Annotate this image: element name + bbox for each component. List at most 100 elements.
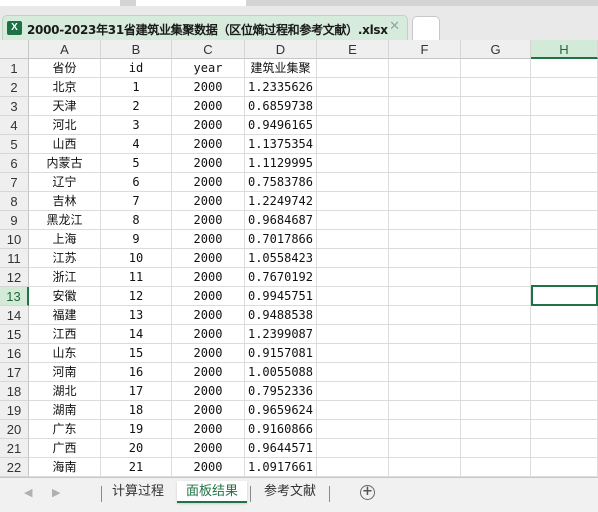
grid-cell[interactable]: 2000: [172, 78, 245, 97]
grid-cell[interactable]: 河北: [29, 116, 101, 135]
row-header[interactable]: 22: [0, 458, 29, 477]
row-header[interactable]: 11: [0, 249, 29, 268]
grid-cell[interactable]: 16: [101, 363, 172, 382]
row-header[interactable]: 2: [0, 78, 29, 97]
grid-cell[interactable]: [389, 249, 461, 268]
grid-cell[interactable]: 21: [101, 458, 172, 477]
grid-cell[interactable]: [317, 363, 389, 382]
grid-cell[interactable]: [389, 135, 461, 154]
grid-cell[interactable]: [531, 135, 598, 154]
column-header[interactable]: H: [531, 40, 598, 59]
grid-cell[interactable]: 2000: [172, 116, 245, 135]
grid-cell[interactable]: 2000: [172, 268, 245, 287]
grid-cell[interactable]: [317, 211, 389, 230]
row-header[interactable]: 8: [0, 192, 29, 211]
grid-cell[interactable]: 1.0917661: [245, 458, 317, 477]
grid-cell[interactable]: 2000: [172, 382, 245, 401]
grid-cell[interactable]: 2000: [172, 154, 245, 173]
grid-cell[interactable]: 1.0558423: [245, 249, 317, 268]
grid-cell[interactable]: year: [172, 59, 245, 78]
grid-cell[interactable]: 0.9157081: [245, 344, 317, 363]
column-header[interactable]: B: [101, 40, 172, 59]
grid-cell[interactable]: 15: [101, 344, 172, 363]
grid-cell[interactable]: [531, 211, 598, 230]
grid-cell[interactable]: [531, 325, 598, 344]
grid-cell[interactable]: 14: [101, 325, 172, 344]
grid-cell[interactable]: 黑龙江: [29, 211, 101, 230]
grid-cell[interactable]: [389, 344, 461, 363]
grid-cell[interactable]: 2000: [172, 306, 245, 325]
grid-cell[interactable]: [461, 382, 531, 401]
row-header[interactable]: 4: [0, 116, 29, 135]
row-header[interactable]: 9: [0, 211, 29, 230]
grid-cell[interactable]: 山西: [29, 135, 101, 154]
grid-cell[interactable]: [317, 287, 389, 306]
column-header[interactable]: F: [389, 40, 461, 59]
grid-cell[interactable]: 0.9945751: [245, 287, 317, 306]
grid-cell[interactable]: 0.7952336: [245, 382, 317, 401]
column-header[interactable]: E: [317, 40, 389, 59]
grid-cell[interactable]: 2000: [172, 401, 245, 420]
grid-cell[interactable]: 0.7670192: [245, 268, 317, 287]
grid-cell[interactable]: 1.0055088: [245, 363, 317, 382]
grid-cell[interactable]: [461, 97, 531, 116]
grid-cell[interactable]: 1: [101, 78, 172, 97]
new-tab-button[interactable]: [412, 16, 440, 40]
grid-cell[interactable]: [461, 344, 531, 363]
grid-cell[interactable]: 2000: [172, 325, 245, 344]
grid-cell[interactable]: [389, 211, 461, 230]
grid-cell[interactable]: [461, 439, 531, 458]
grid-cell[interactable]: [389, 401, 461, 420]
grid-cell[interactable]: [389, 363, 461, 382]
grid-cell[interactable]: 2000: [172, 211, 245, 230]
sheet-tab-references[interactable]: 参考文献: [252, 481, 328, 503]
grid-cell[interactable]: [389, 439, 461, 458]
grid-cell[interactable]: 湖北: [29, 382, 101, 401]
row-header[interactable]: 18: [0, 382, 29, 401]
grid-cell[interactable]: [317, 116, 389, 135]
grid-cell[interactable]: 2000: [172, 344, 245, 363]
grid-cell[interactable]: [389, 230, 461, 249]
grid-cell[interactable]: [531, 59, 598, 78]
grid-cell[interactable]: 广东: [29, 420, 101, 439]
grid-cell[interactable]: [461, 59, 531, 78]
grid-cell[interactable]: 20: [101, 439, 172, 458]
grid-cell[interactable]: 12: [101, 287, 172, 306]
grid-cell[interactable]: 0.7583786: [245, 173, 317, 192]
grid-cell[interactable]: 2000: [172, 287, 245, 306]
row-header[interactable]: 6: [0, 154, 29, 173]
grid-cell[interactable]: 17: [101, 382, 172, 401]
grid-cell[interactable]: [531, 439, 598, 458]
grid-cell[interactable]: [461, 287, 531, 306]
grid-cell[interactable]: [317, 78, 389, 97]
add-sheet-icon[interactable]: +: [360, 485, 375, 500]
grid-cell[interactable]: 内蒙古: [29, 154, 101, 173]
grid-cell[interactable]: [317, 249, 389, 268]
grid-cell[interactable]: [389, 458, 461, 477]
grid-cell[interactable]: 建筑业集聚: [245, 59, 317, 78]
grid-cell[interactable]: 湖南: [29, 401, 101, 420]
grid-cell[interactable]: [317, 97, 389, 116]
grid-cell[interactable]: 河南: [29, 363, 101, 382]
grid-cell[interactable]: 18: [101, 401, 172, 420]
grid-cell[interactable]: [531, 382, 598, 401]
grid-cell[interactable]: 2000: [172, 439, 245, 458]
grid-cell[interactable]: [461, 458, 531, 477]
grid-cell[interactable]: 6: [101, 173, 172, 192]
grid-cell[interactable]: [461, 306, 531, 325]
grid-cell[interactable]: [531, 344, 598, 363]
grid-cell[interactable]: 7: [101, 192, 172, 211]
grid-cell[interactable]: [317, 135, 389, 154]
grid-cell[interactable]: 4: [101, 135, 172, 154]
grid-cell[interactable]: [531, 173, 598, 192]
column-header[interactable]: G: [461, 40, 531, 59]
row-header[interactable]: 21: [0, 439, 29, 458]
grid-cell[interactable]: 天津: [29, 97, 101, 116]
grid-cell[interactable]: [531, 363, 598, 382]
close-icon[interactable]: ✕: [389, 19, 400, 34]
grid-cell[interactable]: [317, 325, 389, 344]
row-header[interactable]: 17: [0, 363, 29, 382]
grid-cell[interactable]: [461, 401, 531, 420]
row-header[interactable]: 3: [0, 97, 29, 116]
row-header[interactable]: 19: [0, 401, 29, 420]
